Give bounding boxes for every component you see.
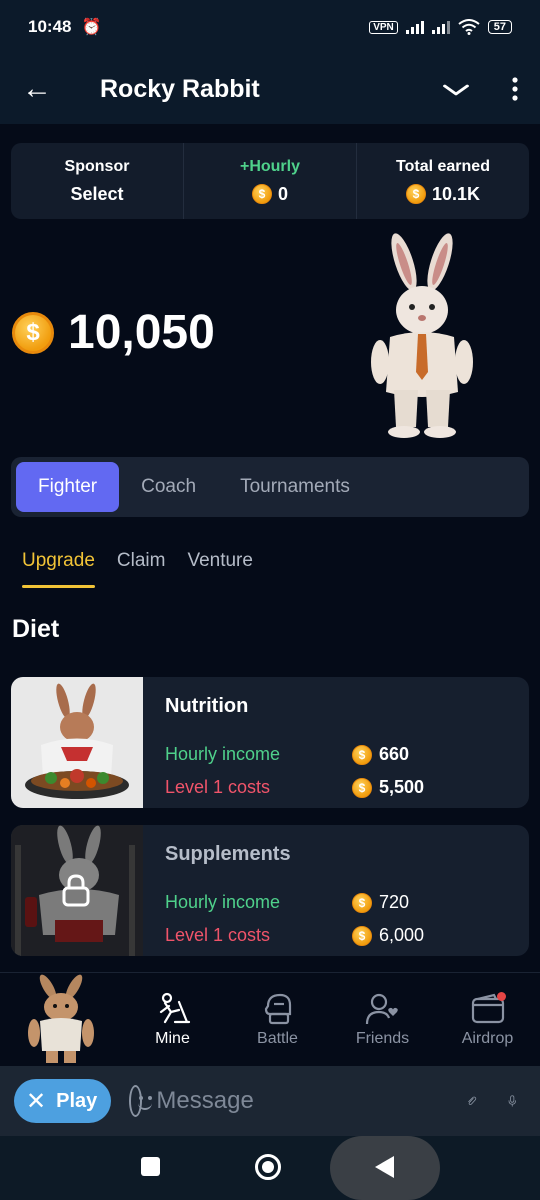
stat-label: Total earned — [396, 157, 490, 175]
card-body: Nutrition Hourly income $660 Level 1 cos… — [143, 677, 529, 808]
back-arrow-icon[interactable]: ← — [22, 72, 56, 106]
back-button[interactable] — [375, 1156, 394, 1178]
sponsor-value: Select — [70, 183, 124, 204]
stat-value: Select — [70, 184, 123, 205]
nav-label: Friends — [355, 1029, 410, 1047]
recents-button[interactable] — [141, 1157, 160, 1176]
close-icon: ✕ — [26, 1087, 47, 1115]
status-bar: 10:48 ⏰ VPN 57 — [0, 0, 540, 54]
balance-value: 10,050 — [68, 306, 215, 359]
section-title: Diet — [12, 615, 60, 643]
microphone-icon[interactable] — [508, 1083, 516, 1119]
sub-tabs: Upgrade Claim Venture — [22, 550, 253, 588]
supplements-image — [11, 825, 143, 956]
mine-icon — [159, 992, 190, 1023]
nav-label: Battle — [257, 1029, 298, 1047]
system-navigation-bar — [0, 1136, 540, 1200]
message-composer: ✕ Play — [0, 1066, 540, 1136]
cost-value: $5,500 — [352, 777, 424, 798]
upgrade-card-nutrition[interactable]: Nutrition Hourly income $660 Level 1 cos… — [11, 677, 529, 808]
coin-icon: $ — [352, 892, 372, 913]
tab-claim[interactable]: Claim — [117, 550, 166, 588]
wallet-icon — [470, 991, 506, 1026]
nav-label: Mine — [155, 1029, 190, 1047]
nav-battle[interactable]: Battle — [225, 973, 330, 1066]
nav-airdrop[interactable]: Airdrop — [435, 973, 540, 1066]
income-label: Hourly income — [165, 744, 281, 764]
income-row: Hourly income $720 — [165, 886, 529, 919]
coin-icon: $ — [352, 744, 372, 765]
battery-icon: 57 — [487, 20, 512, 34]
cost-row: Level 1 costs $6,000 — [165, 919, 529, 952]
play-button[interactable]: ✕ Play — [14, 1079, 112, 1123]
alarm-icon: ⏰ — [81, 19, 102, 36]
stat-sponsor[interactable]: Sponsor Select — [11, 143, 184, 219]
main-tabs: Fighter Coach Tournaments — [11, 457, 529, 517]
boxing-glove-icon — [264, 993, 291, 1024]
cost-amount: 6,000 — [379, 925, 425, 945]
hourly-value: 0 — [277, 183, 288, 204]
income-value: $720 — [352, 892, 409, 913]
tab-venture[interactable]: Venture — [187, 550, 253, 588]
nutrition-image — [11, 677, 143, 808]
vpn-icon: VPN — [369, 20, 398, 34]
app-header: ← Rocky Rabbit — [0, 54, 540, 124]
tab-coach[interactable]: Coach — [119, 462, 218, 512]
income-amount: 720 — [379, 892, 410, 912]
cost-label: Level 1 costs — [165, 777, 271, 797]
wifi-icon — [458, 19, 480, 35]
cell-signal-2-icon — [431, 20, 450, 34]
paperclip-icon[interactable] — [466, 1084, 477, 1118]
nav-mine[interactable]: Mine — [120, 973, 225, 1066]
tab-upgrade[interactable]: Upgrade — [22, 550, 95, 588]
income-label: Hourly income — [165, 892, 281, 912]
cost-value: $6,000 — [352, 925, 424, 946]
home-button[interactable] — [255, 1154, 281, 1180]
nav-label: Airdrop — [461, 1029, 514, 1047]
stats-panel: Sponsor Select +Hourly $0 Total earned $… — [11, 143, 529, 219]
tab-tournaments[interactable]: Tournaments — [218, 462, 372, 512]
notification-dot — [496, 991, 506, 1001]
play-label: Play — [56, 1089, 98, 1112]
income-value: $660 — [352, 744, 409, 765]
message-input[interactable] — [156, 1087, 467, 1115]
stat-label: Sponsor — [64, 157, 130, 175]
cell-signal-icon — [405, 20, 424, 34]
bottom-nav: Mine Battle Friends Airdrop — [0, 972, 540, 1066]
card-body: Supplements Hourly income $720 Level 1 c… — [143, 825, 529, 956]
emoji-icon[interactable] — [129, 1085, 153, 1117]
nav-friends[interactable]: Friends — [330, 973, 435, 1066]
stat-total-earned: Total earned $10.1K — [357, 143, 529, 219]
card-title: Nutrition — [165, 695, 249, 717]
income-amount: 660 — [379, 744, 410, 764]
avatar[interactable] — [0, 973, 120, 1067]
chevron-down-icon[interactable] — [442, 76, 470, 102]
total-earned-value: 10.1K — [431, 183, 481, 204]
stat-value: $10.1K — [405, 183, 481, 205]
coin-icon: $ — [352, 777, 372, 798]
upgrade-card-supplements[interactable]: Supplements Hourly income $720 Level 1 c… — [11, 825, 529, 956]
cost-amount: 5,500 — [379, 777, 425, 797]
app-title: Rocky Rabbit — [100, 74, 260, 103]
rabbit-mascot-image[interactable] — [360, 232, 480, 442]
coin-icon: $ — [251, 184, 272, 204]
stat-label: +Hourly — [239, 157, 300, 175]
more-vertical-icon[interactable] — [512, 77, 518, 101]
balance: $ 10,050 — [12, 305, 215, 360]
coin-icon: $ — [352, 925, 372, 946]
status-icons: VPN 57 — [369, 19, 512, 35]
status-time: 10:48 — [28, 17, 72, 36]
lock-icon — [62, 874, 90, 907]
tab-fighter[interactable]: Fighter — [16, 462, 120, 512]
friends-icon — [365, 993, 398, 1024]
stat-hourly: +Hourly $0 — [184, 143, 357, 219]
coin-icon: $ — [12, 311, 54, 354]
cost-label: Level 1 costs — [165, 925, 271, 945]
income-row: Hourly income $660 — [165, 738, 529, 771]
stat-value: $0 — [251, 183, 288, 205]
coin-icon: $ — [405, 184, 426, 204]
cost-row: Level 1 costs $5,500 — [165, 771, 529, 804]
card-title: Supplements — [165, 843, 291, 865]
